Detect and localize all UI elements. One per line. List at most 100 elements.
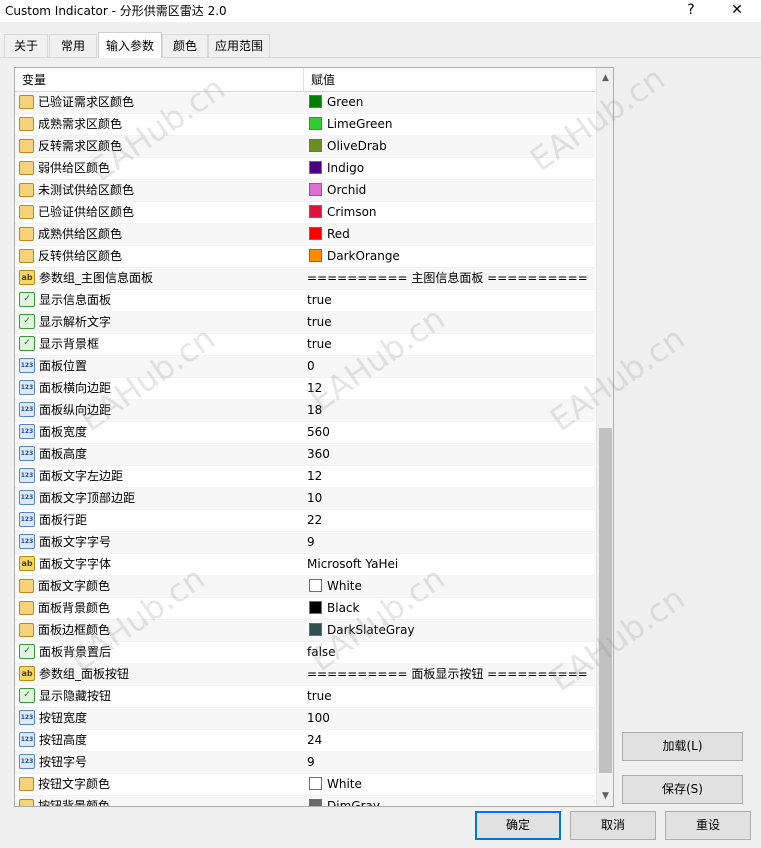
table-row[interactable]: ab 参数组_面板按钮 ========== 面板显示按钮 ========== xyxy=(15,664,595,686)
table-row[interactable]: ab 参数组_主图信息面板 ========== 主图信息面板 ========== xyxy=(15,268,595,290)
scrollbar-thumb[interactable] xyxy=(599,428,612,773)
table-row[interactable]: 123 面板宽度 560 xyxy=(15,422,595,444)
value-cell[interactable]: false xyxy=(307,642,595,663)
table-row[interactable]: 123 面板纵向边距 18 xyxy=(15,400,595,422)
table-row[interactable]: 面板边框颜色 DarkSlateGray xyxy=(15,620,595,642)
vertical-scrollbar[interactable]: ▲ ▼ xyxy=(596,68,613,806)
table-row[interactable]: ✓ 显示解析文字 true xyxy=(15,312,595,334)
tab-colors[interactable]: 颜色 xyxy=(162,34,208,57)
value-cell[interactable]: 12 xyxy=(307,378,595,399)
table-row[interactable]: ✓ 显示背景框 true xyxy=(15,334,595,356)
string-param-icon: ab xyxy=(19,270,35,285)
table-row[interactable]: ✓ 显示信息面板 true xyxy=(15,290,595,312)
table-row[interactable]: 未测试供给区颜色 Orchid xyxy=(15,180,595,202)
table-row[interactable]: 按钮背景颜色 DimGray xyxy=(15,796,595,806)
variable-name: 面板行距 xyxy=(39,513,88,527)
value-text: Black xyxy=(327,601,360,615)
value-cell[interactable]: 0 xyxy=(307,356,595,377)
save-button[interactable]: 保存(S) xyxy=(622,775,743,804)
close-button[interactable]: ✕ xyxy=(722,0,752,22)
column-header-variable[interactable]: 变量 xyxy=(22,68,46,91)
value-cell[interactable]: true xyxy=(307,312,595,333)
value-cell[interactable]: 24 xyxy=(307,730,595,751)
column-divider[interactable] xyxy=(303,68,304,91)
variable-cell: ab 面板文字字体 xyxy=(17,554,303,575)
value-cell[interactable]: Microsoft YaHei xyxy=(307,554,595,575)
variable-name: 反转供给区颜色 xyxy=(38,249,123,263)
value-cell[interactable]: true xyxy=(307,686,595,707)
value-cell[interactable]: White xyxy=(307,774,595,795)
scroll-down-icon[interactable]: ▼ xyxy=(597,788,613,804)
value-cell[interactable]: 360 xyxy=(307,444,595,465)
table-row[interactable]: ✓ 面板背景置后 false xyxy=(15,642,595,664)
table-row[interactable]: 面板背景颜色 Black xyxy=(15,598,595,620)
value-cell[interactable]: true xyxy=(307,290,595,311)
table-row[interactable]: 按钮文字颜色 White xyxy=(15,774,595,796)
value-cell[interactable]: Black xyxy=(307,598,595,619)
variable-cell: ab 参数组_主图信息面板 xyxy=(17,268,303,289)
value-cell[interactable]: Indigo xyxy=(307,158,595,179)
tab-inputs[interactable]: 输入参数 xyxy=(98,32,162,58)
table-row[interactable]: ✓ 显示隐藏按钮 true xyxy=(15,686,595,708)
value-cell[interactable]: 12 xyxy=(307,466,595,487)
variable-name: 面板文字字体 xyxy=(39,557,112,571)
value-cell[interactable]: 22 xyxy=(307,510,595,531)
value-cell[interactable]: 100 xyxy=(307,708,595,729)
value-cell[interactable]: 9 xyxy=(307,752,595,773)
value-cell[interactable]: true xyxy=(307,334,595,355)
table-row[interactable]: 123 面板文字左边距 12 xyxy=(15,466,595,488)
value-cell[interactable]: 18 xyxy=(307,400,595,421)
value-cell[interactable]: LimeGreen xyxy=(307,114,595,135)
tab-about[interactable]: 关于 xyxy=(4,34,48,57)
table-row[interactable]: 已验证需求区颜色 Green xyxy=(15,92,595,114)
table-row[interactable]: 123 面板文字字号 9 xyxy=(15,532,595,554)
reset-button[interactable]: 重设 xyxy=(665,811,751,840)
table-row[interactable]: 123 按钮高度 24 xyxy=(15,730,595,752)
scroll-up-icon[interactable]: ▲ xyxy=(597,70,613,86)
variable-cell: 按钮背景颜色 xyxy=(17,796,303,806)
table-row[interactable]: 123 面板位置 0 xyxy=(15,356,595,378)
table-row[interactable]: 成熟供给区颜色 Red xyxy=(15,224,595,246)
value-cell[interactable]: ========== 主图信息面板 ========== xyxy=(307,268,595,289)
ok-button[interactable]: 确定 xyxy=(475,811,561,840)
value-cell[interactable]: White xyxy=(307,576,595,597)
table-row[interactable]: 123 面板文字顶部边距 10 xyxy=(15,488,595,510)
table-row[interactable]: ab 面板文字字体 Microsoft YaHei xyxy=(15,554,595,576)
tab-visualization[interactable]: 应用范围 xyxy=(208,34,270,57)
table-row[interactable]: 成熟需求区颜色 LimeGreen xyxy=(15,114,595,136)
value-cell[interactable]: 560 xyxy=(307,422,595,443)
value-cell[interactable]: OliveDrab xyxy=(307,136,595,157)
variable-cell: 123 面板行距 xyxy=(17,510,303,531)
table-row[interactable]: 123 面板高度 360 xyxy=(15,444,595,466)
value-cell[interactable]: 9 xyxy=(307,532,595,553)
table-row[interactable]: 123 面板横向边距 12 xyxy=(15,378,595,400)
variable-name: 面板宽度 xyxy=(39,425,88,439)
value-cell[interactable]: ========== 面板显示按钮 ========== xyxy=(307,664,595,685)
column-header-value[interactable]: 赋值 xyxy=(311,68,335,91)
table-row[interactable]: 已验证供给区颜色 Crimson xyxy=(15,202,595,224)
bool-param-icon: ✓ xyxy=(19,644,35,659)
value-cell[interactable]: DimGray xyxy=(307,796,595,806)
int-param-icon: 123 xyxy=(19,512,35,527)
value-cell[interactable]: Crimson xyxy=(307,202,595,223)
table-row[interactable]: 123 面板行距 22 xyxy=(15,510,595,532)
help-button[interactable]: ? xyxy=(676,0,706,22)
value-cell[interactable]: Orchid xyxy=(307,180,595,201)
variable-cell: 123 面板高度 xyxy=(17,444,303,465)
value-cell[interactable]: DarkSlateGray xyxy=(307,620,595,641)
table-row[interactable]: 123 按钮宽度 100 xyxy=(15,708,595,730)
cancel-button[interactable]: 取消 xyxy=(570,811,656,840)
load-button[interactable]: 加载(L) xyxy=(622,732,743,761)
table-row[interactable]: 弱供给区颜色 Indigo xyxy=(15,158,595,180)
table-row[interactable]: 123 按钮字号 9 xyxy=(15,752,595,774)
value-cell[interactable]: 10 xyxy=(307,488,595,509)
value-cell[interactable]: Green xyxy=(307,92,595,113)
value-cell[interactable]: DarkOrange xyxy=(307,246,595,267)
variable-cell: 123 面板纵向边距 xyxy=(17,400,303,421)
parameters-grid[interactable]: 变量 赋值 已验证需求区颜色 Green 成熟需求区颜色 LimeGreen 反转需求区… xyxy=(14,67,614,807)
table-row[interactable]: 反转需求区颜色 OliveDrab xyxy=(15,136,595,158)
value-cell[interactable]: Red xyxy=(307,224,595,245)
tab-common[interactable]: 常用 xyxy=(49,34,97,57)
table-row[interactable]: 反转供给区颜色 DarkOrange xyxy=(15,246,595,268)
table-row[interactable]: 面板文字颜色 White xyxy=(15,576,595,598)
